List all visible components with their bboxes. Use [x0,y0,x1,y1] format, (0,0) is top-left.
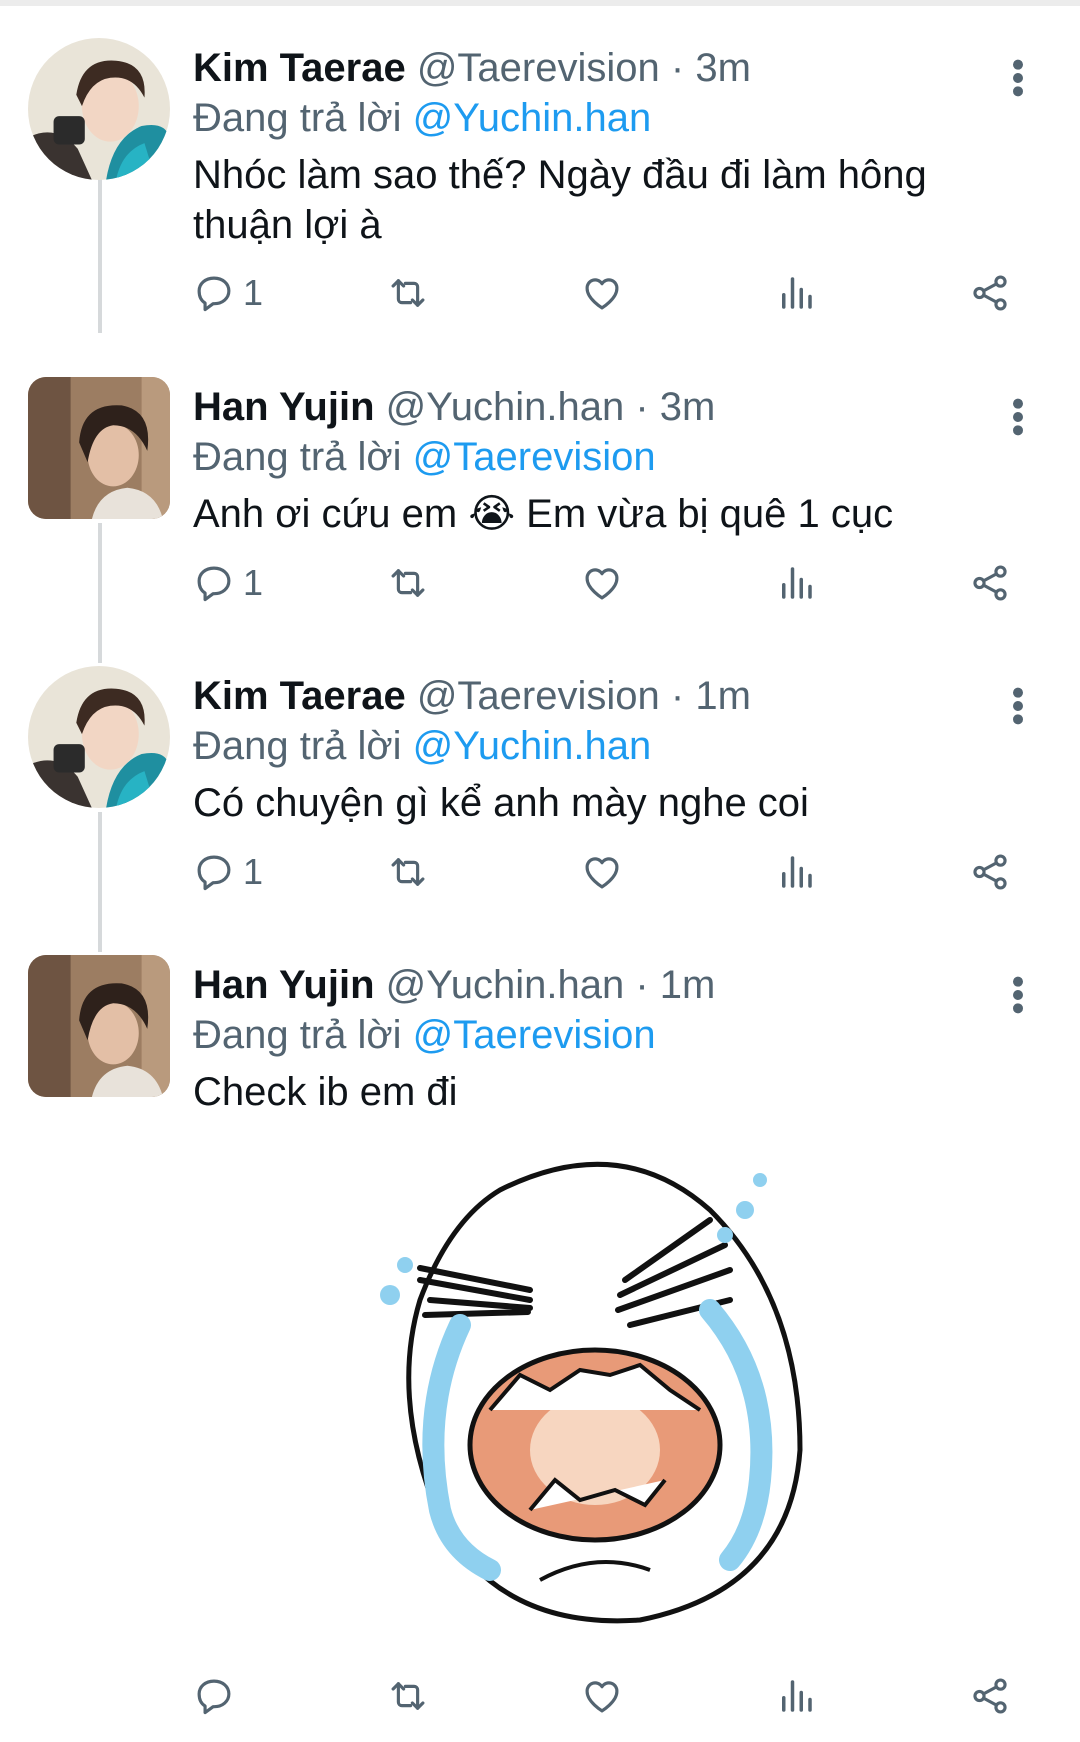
like-icon [581,851,623,893]
share-icon [969,562,1011,604]
top-divider [0,0,1080,6]
retweet-icon [387,272,429,314]
reply-count: 1 [243,272,264,313]
like-icon [581,1675,623,1717]
like-button[interactable] [581,1671,623,1721]
replying-to: Đang trả lời @Taerevision [193,431,656,483]
avatar[interactable] [28,377,170,519]
action-bar: 1 [193,558,1023,608]
reply-count: 1 [243,851,264,892]
reply-prefix: Đang trả lời [193,435,402,479]
more-options-icon[interactable] [1010,686,1026,726]
reply-button[interactable]: 1 [193,268,263,318]
reply-icon [193,851,235,893]
like-button[interactable] [581,268,623,318]
replying-to: Đang trả lời @Yuchin.han [193,720,651,772]
reply-mention[interactable]: @Taerevision [413,435,656,479]
action-bar: 1 [193,847,1023,897]
action-bar [193,1671,1023,1721]
analytics-button[interactable] [775,847,817,897]
like-button[interactable] [581,558,623,608]
like-icon [581,562,623,604]
tweet-text: Check ib em đi [193,1070,458,1114]
thread-connector [98,812,102,952]
share-icon [969,1675,1011,1717]
separator-dot: · [635,385,649,429]
display-name[interactable]: Kim Taerae [193,674,406,718]
tweet-header: Kim Taerae @Taerevision · 3m [193,42,751,94]
tweet-header: Han Yujin @Yuchin.han · 3m [193,381,715,433]
replying-to: Đang trả lời @Yuchin.han [193,92,651,144]
analytics-button[interactable] [775,268,817,318]
tweet-header: Han Yujin @Yuchin.han · 1m [193,959,715,1011]
separator-dot: · [635,963,649,1007]
tweet-text: Nhóc làm sao thế? Ngày đầu đi làm hông t… [193,153,927,247]
tweet-header: Kim Taerae @Taerevision · 1m [193,670,751,722]
more-options-icon[interactable] [1010,397,1026,437]
avatar[interactable] [28,38,170,180]
display-name[interactable]: Han Yujin [193,385,375,429]
reply-mention[interactable]: @Taerevision [413,1013,656,1057]
timestamp[interactable]: 3m [660,385,716,429]
separator-dot: · [670,674,685,718]
timestamp[interactable]: 3m [695,46,751,90]
reply-prefix: Đang trả lời [193,1013,402,1057]
crying-meme-image[interactable] [380,1150,860,1640]
reply-icon [193,1675,235,1717]
reply-prefix: Đang trả lời [193,724,402,768]
replying-to: Đang trả lời @Taerevision [193,1009,656,1061]
avatar[interactable] [28,666,170,808]
analytics-button[interactable] [775,1671,817,1721]
reply-mention[interactable]: @Yuchin.han [413,724,652,768]
reply-button[interactable]: 1 [193,847,263,897]
avatar[interactable] [28,955,170,1097]
thread-connector [98,178,102,333]
separator-dot: · [670,46,685,90]
share-button[interactable] [969,558,1011,608]
reply-prefix: Đang trả lời [193,96,402,140]
reply-count: 1 [243,562,264,603]
share-icon [969,272,1011,314]
display-name[interactable]: Kim Taerae [193,46,406,90]
reply-button[interactable] [193,1671,243,1721]
share-button[interactable] [969,268,1011,318]
like-icon [581,272,623,314]
like-button[interactable] [581,847,623,897]
analytics-icon [775,272,817,314]
retweet-button[interactable] [387,268,429,318]
timestamp[interactable]: 1m [695,674,751,718]
analytics-icon [775,1675,817,1717]
analytics-icon [775,562,817,604]
retweet-icon [387,851,429,893]
meme-face [380,1161,803,1624]
reply-button[interactable]: 1 [193,558,263,608]
retweet-button[interactable] [387,558,429,608]
more-options-icon[interactable] [1010,975,1026,1015]
reply-icon [193,272,235,314]
analytics-button[interactable] [775,558,817,608]
reply-icon [193,562,235,604]
thread-connector [98,523,102,663]
user-handle[interactable]: @Taerevision [417,674,660,718]
retweet-button[interactable] [387,847,429,897]
timestamp[interactable]: 1m [660,963,716,1007]
action-bar: 1 [193,268,1023,318]
share-button[interactable] [969,1671,1011,1721]
user-handle[interactable]: @Taerevision [417,46,660,90]
retweet-button[interactable] [387,1671,429,1721]
share-icon [969,851,1011,893]
user-handle[interactable]: @Yuchin.han [386,963,625,1007]
tweet-text: Anh ơi cứu em 😭 Em vừa bị quê 1 cục [193,492,894,536]
user-handle[interactable]: @Yuchin.han [386,385,625,429]
display-name[interactable]: Han Yujin [193,963,375,1007]
more-options-icon[interactable] [1010,58,1026,98]
analytics-icon [775,851,817,893]
retweet-icon [387,562,429,604]
reply-mention[interactable]: @Yuchin.han [413,96,652,140]
tweet-text: Có chuyện gì kể anh mày nghe coi [193,781,809,825]
retweet-icon [387,1675,429,1717]
share-button[interactable] [969,847,1011,897]
